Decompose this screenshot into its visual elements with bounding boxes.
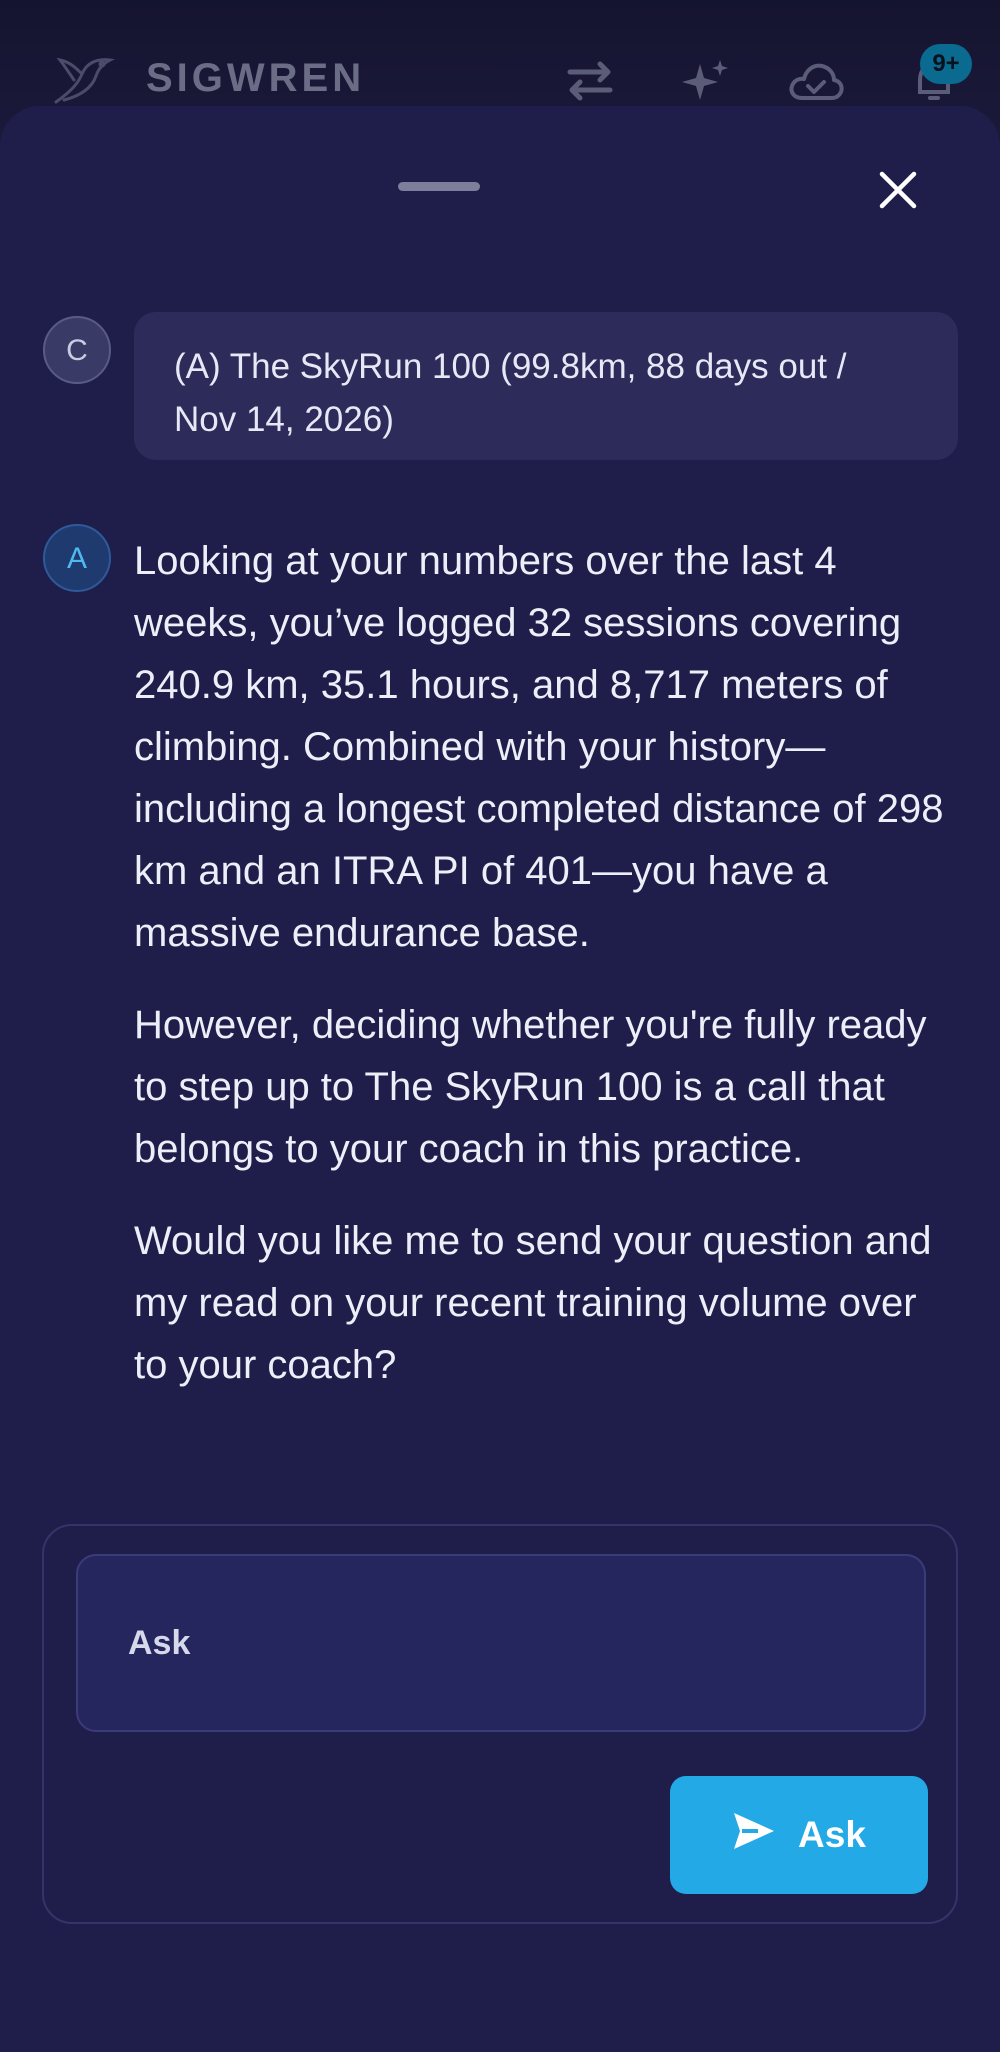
cloud-check-icon[interactable] [788,56,844,106]
swap-arrows-icon[interactable] [562,56,618,106]
assistant-paragraph: Would you like me to send your question … [134,1219,932,1387]
composer: Ask [42,1524,958,1924]
chat-sheet: C (A) The SkyRun 100 (99.8km, 88 days ou… [0,106,1000,2052]
assistant-paragraph: However, deciding whether you're fully r… [134,1003,927,1171]
ask-button[interactable]: Ask [670,1776,928,1894]
assistant-paragraph: Looking at your numbers over the last 4 … [134,539,944,955]
user-avatar: C [43,316,111,384]
assistant-avatar: A [43,524,111,592]
bird-logo-icon [52,52,116,108]
ask-input[interactable] [76,1554,926,1732]
notification-badge: 9+ [920,44,972,84]
close-icon[interactable] [870,162,926,218]
sparkle-icon[interactable] [676,56,732,106]
assistant-message: Looking at your numbers over the last 4 … [134,530,954,1480]
ask-button-label: Ask [798,1814,866,1855]
send-icon [732,1811,776,1860]
user-message-bubble: (A) The SkyRun 100 (99.8km, 88 days out … [134,312,958,460]
brand-name: SIGWREN [146,56,366,100]
sheet-grabber[interactable] [398,182,480,191]
